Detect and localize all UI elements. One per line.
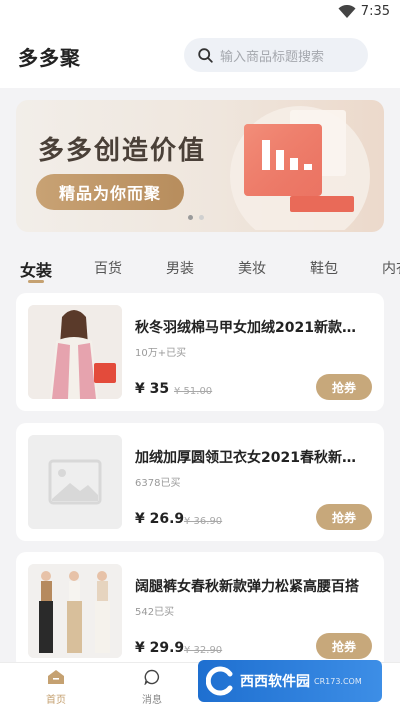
product-title: 阔腿裤女春秋新款弹力松紧高腰百搭 xyxy=(135,579,359,595)
status-time: 7:35 xyxy=(360,4,390,19)
product-price: ¥ 29.9 xyxy=(135,640,185,656)
search-icon xyxy=(198,47,213,63)
product-title: 加绒加厚圆领卫衣女2021春秋新款宽松 xyxy=(135,450,367,466)
tab-general[interactable]: 百货 xyxy=(94,258,122,278)
product-title: 秋冬羽绒棉马甲女加绒2021新款轻薄 xyxy=(135,320,367,336)
product-sold-count: 10万+已买 xyxy=(135,348,187,359)
tab-underwear[interactable]: 内衣 xyxy=(382,258,400,278)
wifi-icon xyxy=(338,5,356,18)
product-price: ¥ 35 xyxy=(135,381,170,397)
product-image xyxy=(28,305,122,399)
product-price: ¥ 26.9 xyxy=(135,511,185,527)
nav-messages[interactable]: 消息 xyxy=(122,669,182,706)
chart-illustration-icon xyxy=(230,106,370,230)
product-card[interactable]: 阔腿裤女春秋新款弹力松紧高腰百搭 542已买 ¥ 29.9 ¥ 32.90 抢券 xyxy=(16,552,384,670)
category-tabs: 女装 百货 男装 美妆 鞋包 内衣 xyxy=(0,248,400,288)
home-icon xyxy=(48,670,64,684)
banner-title: 多多创造价值 xyxy=(38,136,207,166)
promo-banner[interactable]: 多多创造价值 精品为你而聚 xyxy=(16,100,384,232)
product-original-price: ¥ 51.00 xyxy=(174,386,213,397)
pagination-dot-active xyxy=(188,215,193,220)
product-original-price: ¥ 32.90 xyxy=(184,645,223,656)
banner-button[interactable]: 精品为你而聚 xyxy=(36,174,184,210)
product-sold-count: 542已买 xyxy=(135,607,175,618)
grab-coupon-button[interactable]: 抢券 xyxy=(316,633,372,659)
status-bar: 7:35 xyxy=(0,0,400,26)
product-original-price: ¥ 36.90 xyxy=(184,516,223,527)
search-input[interactable]: 输入商品标题搜索 xyxy=(184,38,368,72)
watermark-logo: 西西软件园 CR173.COM xyxy=(198,660,382,702)
tab-women[interactable]: 女装 xyxy=(20,257,52,281)
pagination-dot xyxy=(199,215,204,220)
tab-men[interactable]: 男装 xyxy=(166,258,194,278)
grab-coupon-button[interactable]: 抢券 xyxy=(316,504,372,530)
tab-active-indicator xyxy=(28,280,44,283)
nav-home-label: 首页 xyxy=(46,695,66,706)
product-image xyxy=(28,564,122,658)
message-icon xyxy=(144,669,160,686)
product-sold-count: 6378已买 xyxy=(135,478,181,489)
watermark-brand: 西西软件园 xyxy=(240,674,310,690)
tab-shoes-bags[interactable]: 鞋包 xyxy=(310,258,338,278)
nav-messages-label: 消息 xyxy=(142,695,162,706)
grab-coupon-button[interactable]: 抢券 xyxy=(316,374,372,400)
watermark-url: CR173.COM xyxy=(314,676,362,686)
search-placeholder: 输入商品标题搜索 xyxy=(220,49,325,65)
banner-pagination xyxy=(188,215,204,220)
product-card[interactable]: 加绒加厚圆领卫衣女2021春秋新款宽松 6378已买 ¥ 26.9 ¥ 36.9… xyxy=(16,423,384,541)
watermark-c-icon xyxy=(206,666,233,696)
product-card[interactable]: 秋冬羽绒棉马甲女加绒2021新款轻薄 10万+已买 ¥ 35 ¥ 51.00 抢… xyxy=(16,293,384,411)
app-title: 多多聚 xyxy=(18,46,81,70)
tab-beauty[interactable]: 美妆 xyxy=(238,258,266,278)
app-header: 多多聚 输入商品标题搜索 xyxy=(0,26,400,88)
product-image-placeholder xyxy=(28,435,122,529)
nav-home[interactable]: 首页 xyxy=(26,669,86,706)
